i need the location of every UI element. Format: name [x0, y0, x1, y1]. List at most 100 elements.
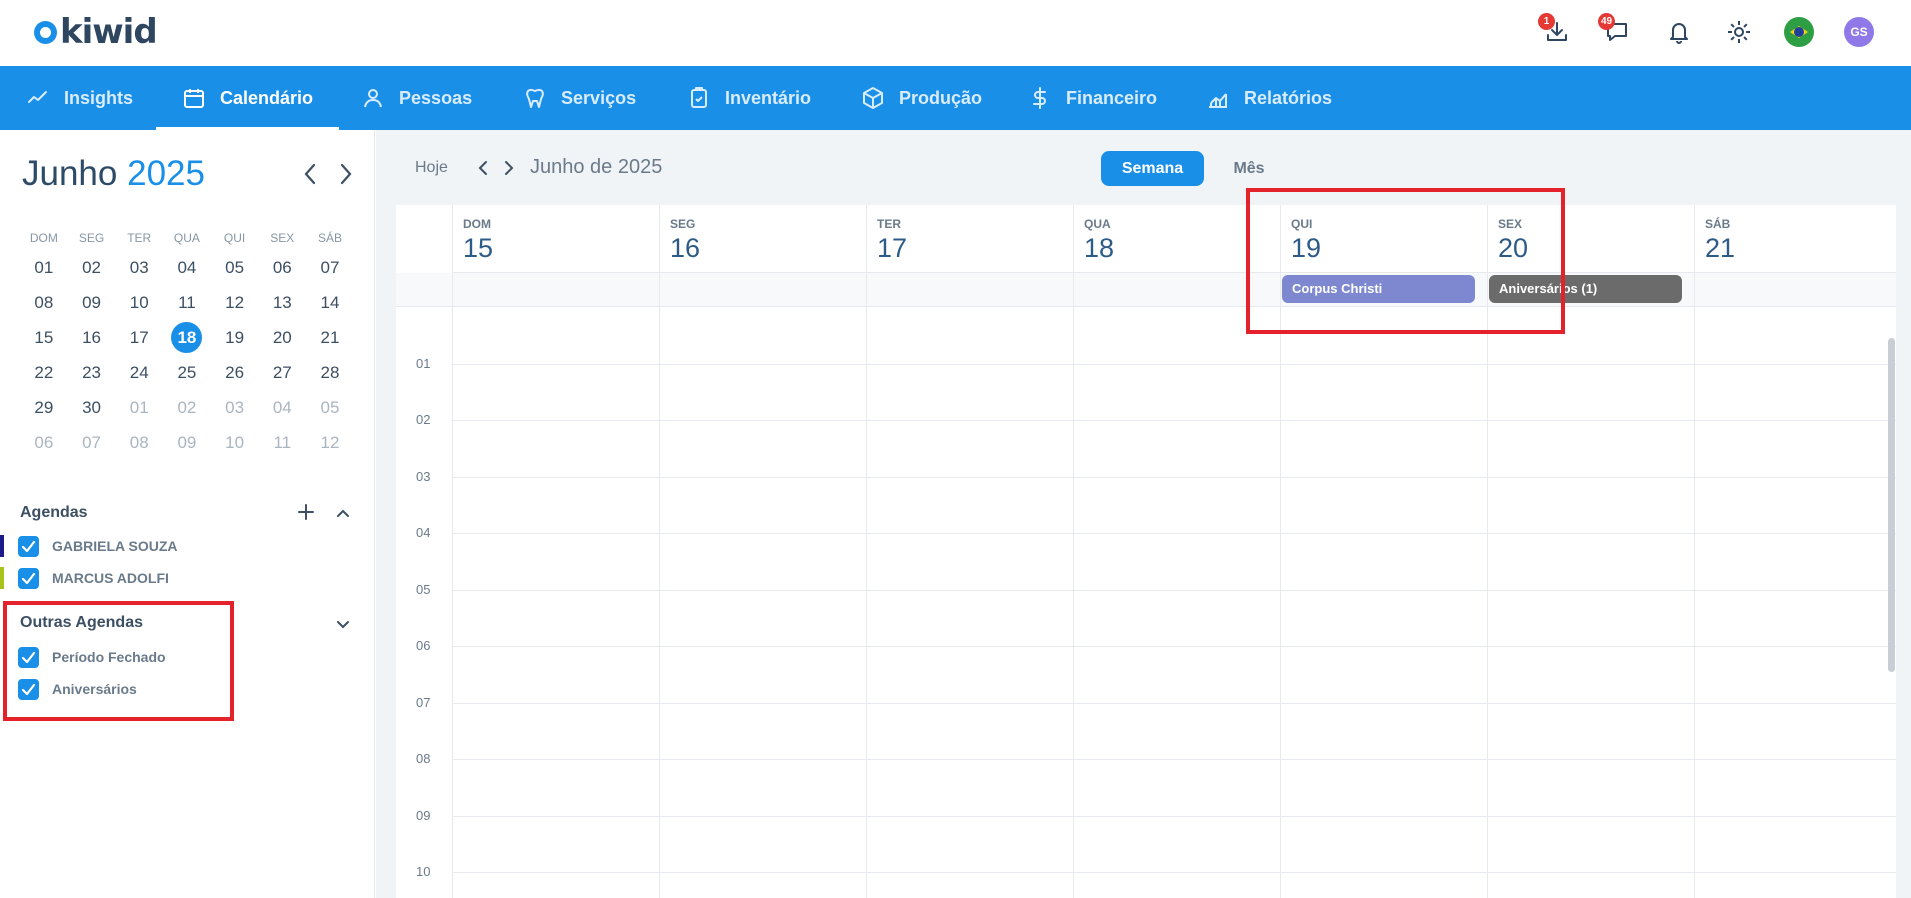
day-column-header[interactable]: QUI 19 [1280, 205, 1487, 273]
day-column[interactable] [1694, 307, 1896, 898]
day-column-header[interactable]: TER 17 [866, 205, 1073, 273]
mini-calendar-nav [300, 162, 356, 186]
mini-calendar-day[interactable]: 08 [115, 425, 163, 460]
mini-calendar-day[interactable]: 19 [211, 320, 259, 355]
nav-item-relatorios[interactable]: Relatórios [1206, 66, 1366, 130]
mini-calendar-day[interactable]: 03 [115, 250, 163, 285]
today-button[interactable]: Hoje [415, 159, 448, 177]
mini-calendar-day[interactable]: 09 [68, 285, 116, 320]
mini-calendar-day[interactable]: 27 [258, 355, 306, 390]
mini-calendar-day-today[interactable]: 18 [163, 320, 211, 355]
mini-calendar-day[interactable]: 08 [20, 285, 68, 320]
day-column[interactable] [1280, 307, 1487, 898]
mini-calendar-day[interactable]: 22 [20, 355, 68, 390]
mini-calendar-day[interactable]: 02 [68, 250, 116, 285]
mini-calendar-day[interactable]: 09 [163, 425, 211, 460]
scrollbar-thumb[interactable] [1888, 338, 1895, 672]
mini-calendar-day[interactable]: 14 [306, 285, 354, 320]
mini-calendar-day[interactable]: 12 [211, 285, 259, 320]
nav-item-inventario[interactable]: Inventário [687, 66, 861, 130]
mini-calendar-day[interactable]: 15 [20, 320, 68, 355]
other-agenda-item-periodo-fechado[interactable]: Período Fechado [18, 644, 166, 670]
mini-calendar-day[interactable]: 24 [115, 355, 163, 390]
mini-calendar-day[interactable]: 25 [163, 355, 211, 390]
kiwid-logo[interactable]: kiwid [34, 12, 158, 52]
agenda-checkbox[interactable] [18, 646, 39, 668]
mini-calendar-day[interactable]: 26 [211, 355, 259, 390]
agenda-item-gabriela[interactable]: GABRIELA SOUZA [0, 533, 177, 559]
agenda-checkbox[interactable] [18, 678, 39, 700]
day-column-header[interactable]: SEG 16 [659, 205, 866, 273]
expand-other-agendas-button[interactable] [334, 616, 352, 634]
nav-item-producao[interactable]: Produção [861, 66, 1028, 130]
nav-item-insights[interactable]: Insights [26, 66, 156, 130]
day-column[interactable] [1073, 307, 1280, 898]
notifications-button[interactable] [1662, 15, 1696, 49]
mini-calendar-day[interactable]: 30 [68, 390, 116, 425]
mini-calendar-day[interactable]: 10 [211, 425, 259, 460]
mini-calendar-day[interactable]: 01 [20, 250, 68, 285]
calendar-event[interactable]: Aniversários (1) [1489, 275, 1682, 303]
day-column[interactable] [659, 307, 866, 898]
day-column-header[interactable]: QUA 18 [1073, 205, 1280, 273]
mini-next-button[interactable] [336, 162, 356, 186]
mini-calendar-day[interactable]: 06 [20, 425, 68, 460]
all-day-cell[interactable] [452, 273, 659, 307]
mini-calendar-day[interactable]: 12 [306, 425, 354, 460]
calendar-event[interactable]: Corpus Christi [1282, 275, 1475, 303]
nav-item-servicos[interactable]: Serviços [523, 66, 687, 130]
all-day-cell[interactable] [659, 273, 866, 307]
mini-calendar-day[interactable]: 16 [68, 320, 116, 355]
next-week-button[interactable] [502, 157, 516, 179]
day-column-header[interactable]: SÁB 21 [1694, 205, 1896, 273]
mini-calendar-day[interactable]: 21 [306, 320, 354, 355]
download-button[interactable]: 1 [1538, 13, 1574, 49]
mini-calendar-day[interactable]: 02 [163, 390, 211, 425]
nav-item-financeiro[interactable]: Financeiro [1028, 66, 1206, 130]
mini-calendar-day[interactable]: 04 [258, 390, 306, 425]
month-view-button[interactable]: Mês [1214, 151, 1284, 186]
mini-calendar-day[interactable]: 06 [258, 250, 306, 285]
settings-button[interactable] [1722, 15, 1756, 49]
agenda-item-marcus[interactable]: MARCUS ADOLFI [0, 565, 169, 591]
agenda-checkbox[interactable] [18, 567, 39, 589]
mini-calendar-day[interactable]: 07 [68, 425, 116, 460]
other-agenda-item-aniversarios[interactable]: Aniversários [18, 676, 137, 702]
day-column[interactable] [1487, 307, 1694, 898]
day-column-header[interactable]: DOM 15 [452, 205, 659, 273]
day-column-header[interactable]: SEX 20 [1487, 205, 1694, 273]
nav-item-pessoas[interactable]: Pessoas [361, 66, 523, 130]
agenda-checkbox[interactable] [18, 535, 39, 557]
mini-calendar-day[interactable]: 05 [306, 390, 354, 425]
day-column[interactable] [866, 307, 1073, 898]
all-day-cell[interactable] [1073, 273, 1280, 307]
collapse-agendas-button[interactable] [334, 504, 352, 522]
mini-calendar-day[interactable]: 01 [115, 390, 163, 425]
mini-calendar-day[interactable]: 03 [211, 390, 259, 425]
mini-calendar-day[interactable]: 17 [115, 320, 163, 355]
day-column[interactable] [452, 307, 659, 898]
mini-calendar-day[interactable]: 13 [258, 285, 306, 320]
mini-calendar-title: Junho 2025 [22, 154, 205, 194]
messages-button[interactable]: 49 [1598, 13, 1634, 49]
language-button[interactable] [1782, 15, 1816, 49]
all-day-cell[interactable] [866, 273, 1073, 307]
mini-calendar-day[interactable]: 10 [115, 285, 163, 320]
mini-calendar-day[interactable]: 11 [163, 285, 211, 320]
mini-calendar-day[interactable]: 28 [306, 355, 354, 390]
user-menu-button[interactable]: GS [1842, 15, 1876, 49]
all-day-cell[interactable] [1694, 273, 1896, 307]
mini-calendar-day[interactable]: 05 [211, 250, 259, 285]
mini-prev-button[interactable] [300, 162, 320, 186]
prev-week-button[interactable] [476, 157, 490, 179]
mini-calendar-day[interactable]: 07 [306, 250, 354, 285]
nav-item-calendario[interactable]: Calendário [156, 66, 340, 130]
mini-calendar-day[interactable]: 29 [20, 390, 68, 425]
mini-calendar-day[interactable]: 04 [163, 250, 211, 285]
tooth-icon [526, 88, 544, 108]
add-agenda-button[interactable] [296, 502, 316, 522]
mini-calendar-day[interactable]: 23 [68, 355, 116, 390]
mini-calendar-day[interactable]: 11 [258, 425, 306, 460]
week-view-button[interactable]: Semana [1101, 151, 1204, 186]
mini-calendar-day[interactable]: 20 [258, 320, 306, 355]
